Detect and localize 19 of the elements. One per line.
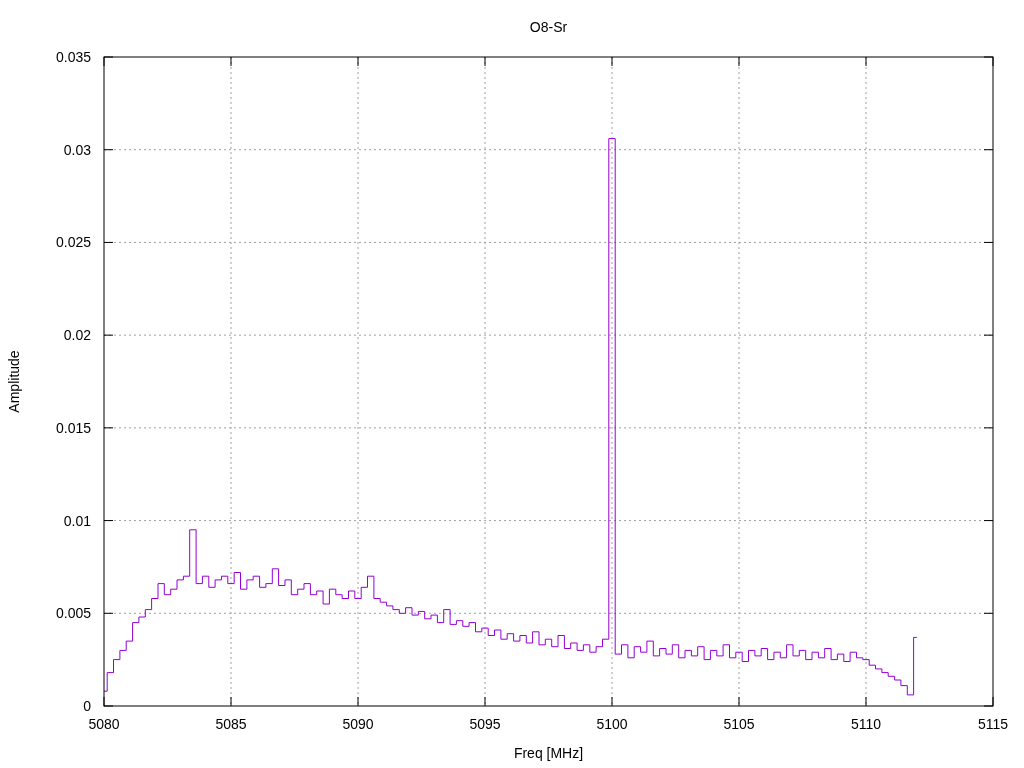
x-tick-label: 5105 bbox=[723, 716, 755, 732]
y-tick-label: 0.005 bbox=[55, 605, 91, 622]
x-tick-label: 5080 bbox=[88, 716, 120, 732]
y-tick-label: 0.035 bbox=[55, 49, 91, 65]
x-tick-label: 5090 bbox=[342, 716, 374, 732]
y-tick-label: 0.03 bbox=[63, 141, 91, 158]
x-tick-label: 5095 bbox=[469, 716, 501, 732]
y-tick-label: 0.025 bbox=[55, 234, 91, 251]
y-tick-label: 0.02 bbox=[63, 327, 91, 344]
chart-title: O8-Sr bbox=[529, 19, 568, 35]
x-tick-label: 5100 bbox=[596, 716, 628, 732]
x-axis-label: Freq [MHz] bbox=[513, 745, 584, 761]
x-tick-label: 5110 bbox=[850, 716, 882, 732]
y-axis-label: Amplitude bbox=[6, 350, 22, 413]
x-tick-label: 5115 bbox=[977, 716, 1009, 732]
y-tick-label: 0 bbox=[83, 698, 91, 714]
y-tick-label: 0.015 bbox=[55, 419, 91, 436]
y-tick-label: 0.01 bbox=[63, 512, 91, 529]
x-tick-label: 5085 bbox=[215, 716, 247, 732]
